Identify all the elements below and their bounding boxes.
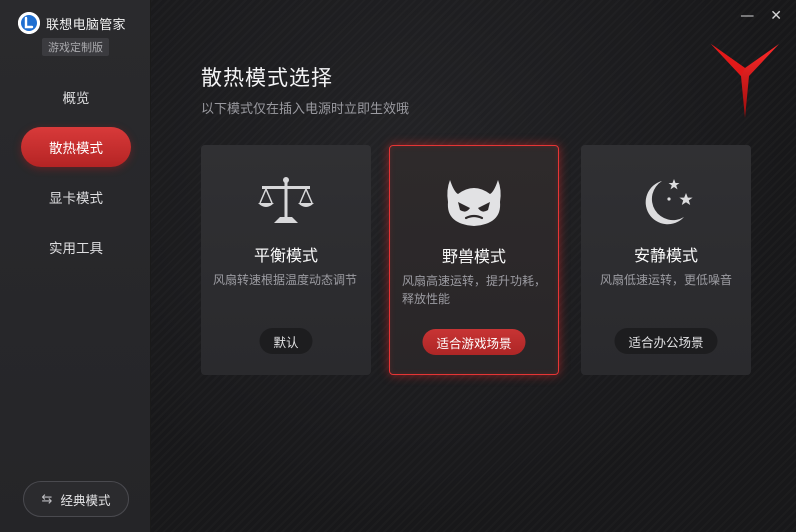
minimize-button[interactable]: —: [740, 8, 754, 24]
mode-description: 风扇转速根据温度动态调节: [213, 273, 358, 287]
sidebar-item-label: 概览: [62, 91, 90, 107]
mode-name: 平衡模式: [253, 246, 318, 265]
mode-tag: 适合游戏场景: [422, 329, 526, 355]
classic-mode-label: 经典模式: [60, 492, 111, 508]
app-logo-icon: [18, 12, 40, 34]
window-controls: — ✕: [740, 8, 782, 24]
app-title: 联想电脑管家: [46, 17, 126, 33]
page-title: 散热模式选择: [201, 66, 333, 90]
mode-tag: 默认: [259, 328, 313, 354]
mode-tag: 适合办公场景: [614, 328, 718, 354]
moon-stars-icon: [581, 175, 751, 231]
beast-face-icon: [390, 176, 558, 232]
mode-name: 野兽模式: [441, 247, 506, 266]
swap-icon: ⇆: [41, 491, 53, 507]
mode-card-quiet[interactable]: 安静模式 风扇低速运转，更低噪音 适合办公场景: [581, 145, 751, 375]
sidebar-item-cooling-mode[interactable]: 散热模式: [21, 127, 131, 167]
sidebar-item-label: 实用工具: [49, 241, 103, 257]
mode-card-beast[interactable]: 野兽模式 风扇高速运转，提升功耗，释放性能 适合游戏场景: [389, 145, 559, 375]
sidebar-item-overview[interactable]: 概览: [21, 77, 131, 117]
sidebar-nav: 概览 散热模式 显卡模式 实用工具: [0, 77, 151, 277]
mode-description: 风扇低速运转，更低噪音: [599, 273, 732, 287]
sidebar-item-label: 显卡模式: [49, 191, 103, 207]
sidebar: 联想电脑管家 游戏定制版 概览 散热模式 显卡模式 实用工具 ⇆ 经典模式: [0, 0, 151, 532]
balance-scale-icon: [201, 175, 371, 231]
page-subtitle: 以下模式仅在插入电源时立即生效哦: [201, 102, 410, 117]
close-button[interactable]: ✕: [770, 8, 782, 24]
sidebar-item-label: 散热模式: [49, 141, 103, 157]
main-content: — ✕ 散热模式选择 以下模式仅在插入电源时立即生效哦 平衡模式 风扇转速根据温…: [151, 0, 796, 532]
mode-description: 风扇高速运转，提升功耗，释放性能: [402, 274, 547, 306]
mode-name: 安静模式: [633, 246, 698, 265]
mode-card-balance[interactable]: 平衡模式 风扇转速根据温度动态调节 默认: [201, 145, 371, 375]
sidebar-item-tools[interactable]: 实用工具: [21, 227, 131, 267]
app-brand: 联想电脑管家: [18, 12, 126, 34]
edition-badge: 游戏定制版: [42, 38, 109, 56]
sidebar-item-gpu-mode[interactable]: 显卡模式: [21, 177, 131, 217]
classic-mode-button[interactable]: ⇆ 经典模式: [23, 481, 129, 517]
legion-logo-icon: [709, 42, 781, 124]
